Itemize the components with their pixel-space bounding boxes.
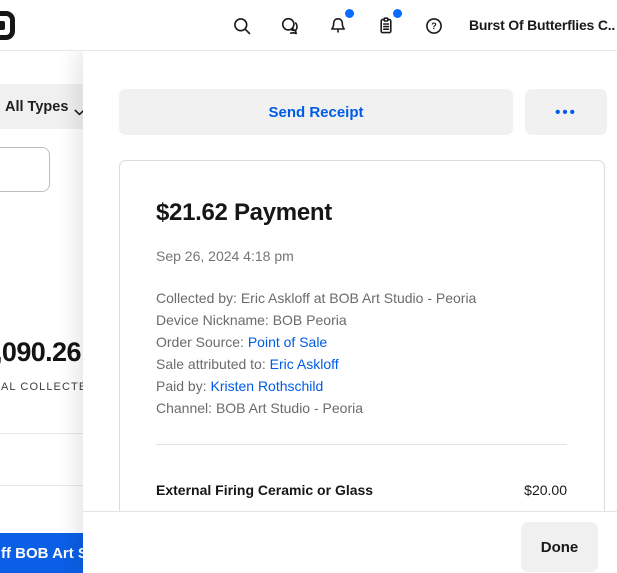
payment-title: $21.62 Payment xyxy=(156,199,332,226)
setup-guide-button[interactable] xyxy=(374,14,398,38)
square-logo-dot xyxy=(0,21,5,30)
detail-value: Eric Askloff at BOB Art Studio - Peoria xyxy=(240,290,477,306)
more-options-button[interactable]: ••• xyxy=(525,89,607,135)
detail-row-device-nickname: Device Nickname: BOB Peoria xyxy=(156,309,567,331)
notifications-button[interactable] xyxy=(326,14,350,38)
detail-value: BOB Peoria xyxy=(272,312,347,328)
help-button[interactable]: ? xyxy=(422,14,446,38)
total-collected-amount: ,090.26 xyxy=(0,337,81,367)
detail-label: Collected by: xyxy=(156,290,241,306)
detail-row-collected-by: Collected by: Eric Askloff at BOB Art St… xyxy=(156,287,567,309)
line-item-name: External Firing Ceramic or Glass xyxy=(156,482,374,498)
total-collected-label: AL COLLECTE xyxy=(1,381,88,393)
payment-timestamp: Sep 26, 2024 4:18 pm xyxy=(156,248,294,264)
top-navigation-bar: ? Burst Of Butterflies C.. xyxy=(0,0,617,51)
detail-label: Order Source: xyxy=(156,334,248,350)
divider xyxy=(156,444,567,445)
sale-attributed-link[interactable]: Eric Askloff xyxy=(270,356,339,372)
line-item-row: External Firing Ceramic or Glass $20.00 xyxy=(156,482,567,498)
search-icon xyxy=(234,18,251,35)
payment-details: Collected by: Eric Askloff at BOB Art St… xyxy=(156,287,567,419)
business-name[interactable]: Burst Of Butterflies C.. xyxy=(469,17,617,37)
selected-transaction-banner[interactable]: ff BOB Art St xyxy=(0,533,83,573)
order-source-link[interactable]: Point of Sale xyxy=(248,334,327,350)
svg-text:?: ? xyxy=(431,21,437,31)
panel-footer: Done xyxy=(83,511,617,573)
banner-text: ff BOB Art St xyxy=(1,545,83,562)
clipboard-list-icon xyxy=(380,17,392,34)
payment-detail-panel: Send Receipt ••• $21.62 Payment Sep 26, … xyxy=(83,51,617,573)
filter-label: All Types xyxy=(5,98,69,115)
messages-icon xyxy=(281,17,298,35)
square-logo[interactable] xyxy=(0,11,15,40)
question-mark-icon: ? xyxy=(426,18,442,34)
search-input-box[interactable] xyxy=(0,147,50,192)
divider xyxy=(0,485,83,486)
line-item-price: $20.00 xyxy=(524,482,567,498)
detail-row-paid-by: Paid by: Kristen Rothschild xyxy=(156,375,567,397)
detail-label: Paid by: xyxy=(156,378,211,394)
detail-row-sale-attributed: Sale attributed to: Eric Askloff xyxy=(156,353,567,375)
paid-by-link[interactable]: Kristen Rothschild xyxy=(210,378,323,394)
detail-label: Channel: xyxy=(156,400,216,416)
notifications-badge-dot xyxy=(345,9,354,18)
send-receipt-button[interactable]: Send Receipt xyxy=(119,89,513,135)
search-button[interactable] xyxy=(230,14,254,38)
bell-icon xyxy=(331,18,345,33)
detail-label: Device Nickname: xyxy=(156,312,273,328)
detail-label: Sale attributed to: xyxy=(156,356,270,372)
detail-value: BOB Art Studio - Peoria xyxy=(215,400,364,416)
messages-button[interactable] xyxy=(278,14,302,38)
detail-row-channel: Channel: BOB Art Studio - Peoria xyxy=(156,397,567,419)
divider xyxy=(0,433,83,434)
detail-row-order-source: Order Source: Point of Sale xyxy=(156,331,567,353)
done-button[interactable]: Done xyxy=(521,522,598,572)
setup-guide-badge-dot xyxy=(393,9,402,18)
